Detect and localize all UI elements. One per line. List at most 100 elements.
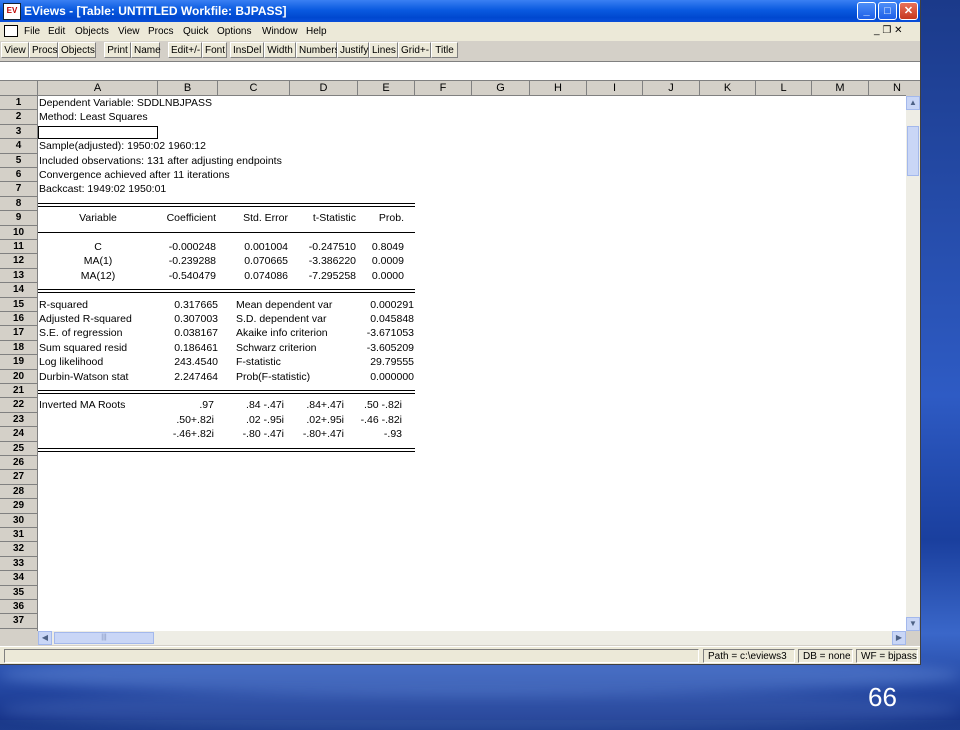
menu-procs[interactable]: Procs	[148, 26, 174, 37]
row-header-26[interactable]: 26	[0, 456, 38, 471]
col-header-prob-[interactable]: Prob.	[358, 211, 404, 225]
root-value[interactable]: .84 -.47i	[218, 398, 284, 412]
root-value[interactable]: .02+.95i	[290, 413, 344, 427]
stat-label[interactable]: Akaike info criterion	[236, 326, 328, 340]
root-value[interactable]: .50 -.82i	[358, 398, 402, 412]
column-header-f[interactable]: F	[415, 81, 472, 96]
column-header-l[interactable]: L	[756, 81, 812, 96]
coef-value[interactable]: 0.001004	[218, 240, 288, 254]
coef-value[interactable]: 0.0009	[358, 254, 404, 268]
minimize-button[interactable]: _	[857, 2, 876, 20]
menu-options[interactable]: Options	[217, 26, 251, 37]
coef-value[interactable]: 0.8049	[358, 240, 404, 254]
row-header-4[interactable]: 4	[0, 139, 38, 154]
row-header-22[interactable]: 22	[0, 398, 38, 413]
menu-file[interactable]: File	[24, 26, 40, 37]
column-header-m[interactable]: M	[812, 81, 869, 96]
stat-label[interactable]: R-squared	[39, 298, 88, 312]
vertical-scrollbar[interactable]: ▲ ▼	[906, 96, 920, 631]
coef-value[interactable]: 0.070665	[218, 254, 288, 268]
coef-value[interactable]: -0.540479	[158, 269, 216, 283]
column-header-e[interactable]: E	[358, 81, 415, 96]
root-value[interactable]: -.80 -.47i	[218, 427, 284, 441]
row-header-32[interactable]: 32	[0, 542, 38, 557]
row-header-6[interactable]: 6	[0, 168, 38, 183]
vertical-scroll-thumb[interactable]	[907, 126, 919, 176]
row-header-25[interactable]: 25	[0, 441, 38, 456]
table-header-line[interactable]: Included observations: 131 after adjusti…	[39, 154, 282, 168]
table-header-line[interactable]: Method: Least Squares	[39, 110, 148, 124]
row-header-11[interactable]: 11	[0, 240, 38, 255]
col-header-coefficient[interactable]: Coefficient	[158, 211, 216, 225]
coef-value[interactable]: 0.0000	[358, 269, 404, 283]
row-header-23[interactable]: 23	[0, 412, 38, 428]
coef-variable[interactable]: MA(1)	[38, 254, 158, 268]
column-header-n[interactable]: N	[869, 81, 906, 96]
stat-label[interactable]: Sum squared resid	[39, 341, 127, 355]
stat-value[interactable]: 0.000000	[340, 370, 414, 384]
coef-value[interactable]: -3.386220	[290, 254, 356, 268]
row-header-27[interactable]: 27	[0, 470, 38, 485]
toolbar-objects-button[interactable]: Objects	[58, 42, 96, 58]
row-header-29[interactable]: 29	[0, 499, 38, 514]
row-header-12[interactable]: 12	[0, 254, 38, 269]
stat-label[interactable]: Adjusted R-squared	[39, 312, 132, 326]
root-value[interactable]: -.93	[358, 427, 402, 441]
stat-value[interactable]: 0.186461	[158, 341, 218, 355]
menu-help[interactable]: Help	[306, 26, 327, 37]
row-header-36[interactable]: 36	[0, 600, 38, 615]
document-icon[interactable]	[4, 25, 18, 37]
toolbar-edit-button[interactable]: Edit+/-	[168, 42, 202, 58]
root-value[interactable]: -.46+.82i	[158, 427, 214, 441]
root-value[interactable]: -.46 -.82i	[358, 413, 402, 427]
coef-variable[interactable]: MA(12)	[38, 269, 158, 283]
table-header-line[interactable]: Backcast: 1949:02 1950:01	[39, 182, 166, 196]
toolbar-width-button[interactable]: Width	[264, 42, 296, 58]
column-header-c[interactable]: C	[218, 81, 290, 96]
toolbar-view-button[interactable]: View	[1, 42, 29, 58]
root-value[interactable]: -.80+.47i	[290, 427, 344, 441]
row-header-5[interactable]: 5	[0, 153, 38, 168]
toolbar-lines-button[interactable]: Lines	[369, 42, 398, 58]
toolbar-title-button[interactable]: Title	[431, 42, 458, 58]
toolbar-print-button[interactable]: Print	[104, 42, 131, 58]
stat-value[interactable]: 0.307003	[158, 312, 218, 326]
column-header-h[interactable]: H	[530, 81, 587, 96]
stat-label[interactable]: Durbin-Watson stat	[39, 370, 128, 384]
row-header-14[interactable]: 14	[0, 283, 38, 298]
scroll-left-arrow-icon[interactable]: ◀	[38, 631, 52, 645]
coef-value[interactable]: -0.239288	[158, 254, 216, 268]
stat-label[interactable]: S.E. of regression	[39, 326, 122, 340]
column-header-b[interactable]: B	[158, 81, 218, 96]
col-header-std-error[interactable]: Std. Error	[218, 211, 288, 225]
scroll-down-arrow-icon[interactable]: ▼	[906, 617, 920, 631]
selected-cell-a3[interactable]	[38, 125, 158, 139]
coef-value[interactable]: -0.000248	[158, 240, 216, 254]
row-header-3[interactable]: 3	[0, 124, 38, 140]
stat-label[interactable]: F-statistic	[236, 355, 281, 369]
row-header-2[interactable]: 2	[0, 110, 38, 125]
cell-edit-line[interactable]	[0, 61, 920, 81]
stat-value[interactable]: 0.000291	[340, 298, 414, 312]
close-button[interactable]: ✕	[899, 2, 918, 20]
toolbar-procs-button[interactable]: Procs	[29, 42, 58, 58]
row-header-24[interactable]: 24	[0, 427, 38, 442]
row-header-16[interactable]: 16	[0, 312, 38, 327]
toolbar-name-button[interactable]: Name	[131, 42, 161, 58]
row-header-19[interactable]: 19	[0, 355, 38, 370]
menu-edit[interactable]: Edit	[48, 26, 65, 37]
scroll-right-arrow-icon[interactable]: ▶	[892, 631, 906, 645]
roots-label[interactable]: Inverted MA Roots	[39, 398, 125, 412]
toolbar-grid-button[interactable]: Grid+-	[398, 42, 431, 58]
coef-variable[interactable]: C	[38, 240, 158, 254]
row-header-30[interactable]: 30	[0, 513, 38, 528]
toolbar-font-button[interactable]: Font	[202, 42, 227, 58]
stat-label[interactable]: Log likelihood	[39, 355, 103, 369]
row-header-15[interactable]: 15	[0, 297, 38, 312]
menu-quick[interactable]: Quick	[183, 26, 209, 37]
stat-value[interactable]: 0.317665	[158, 298, 218, 312]
title-bar[interactable]: EV EViews - [Table: UNTITLED Workfile: B…	[0, 0, 920, 22]
row-header-31[interactable]: 31	[0, 528, 38, 543]
toolbar-justify-button[interactable]: Justify	[337, 42, 369, 58]
stat-label[interactable]: S.D. dependent var	[236, 312, 326, 326]
